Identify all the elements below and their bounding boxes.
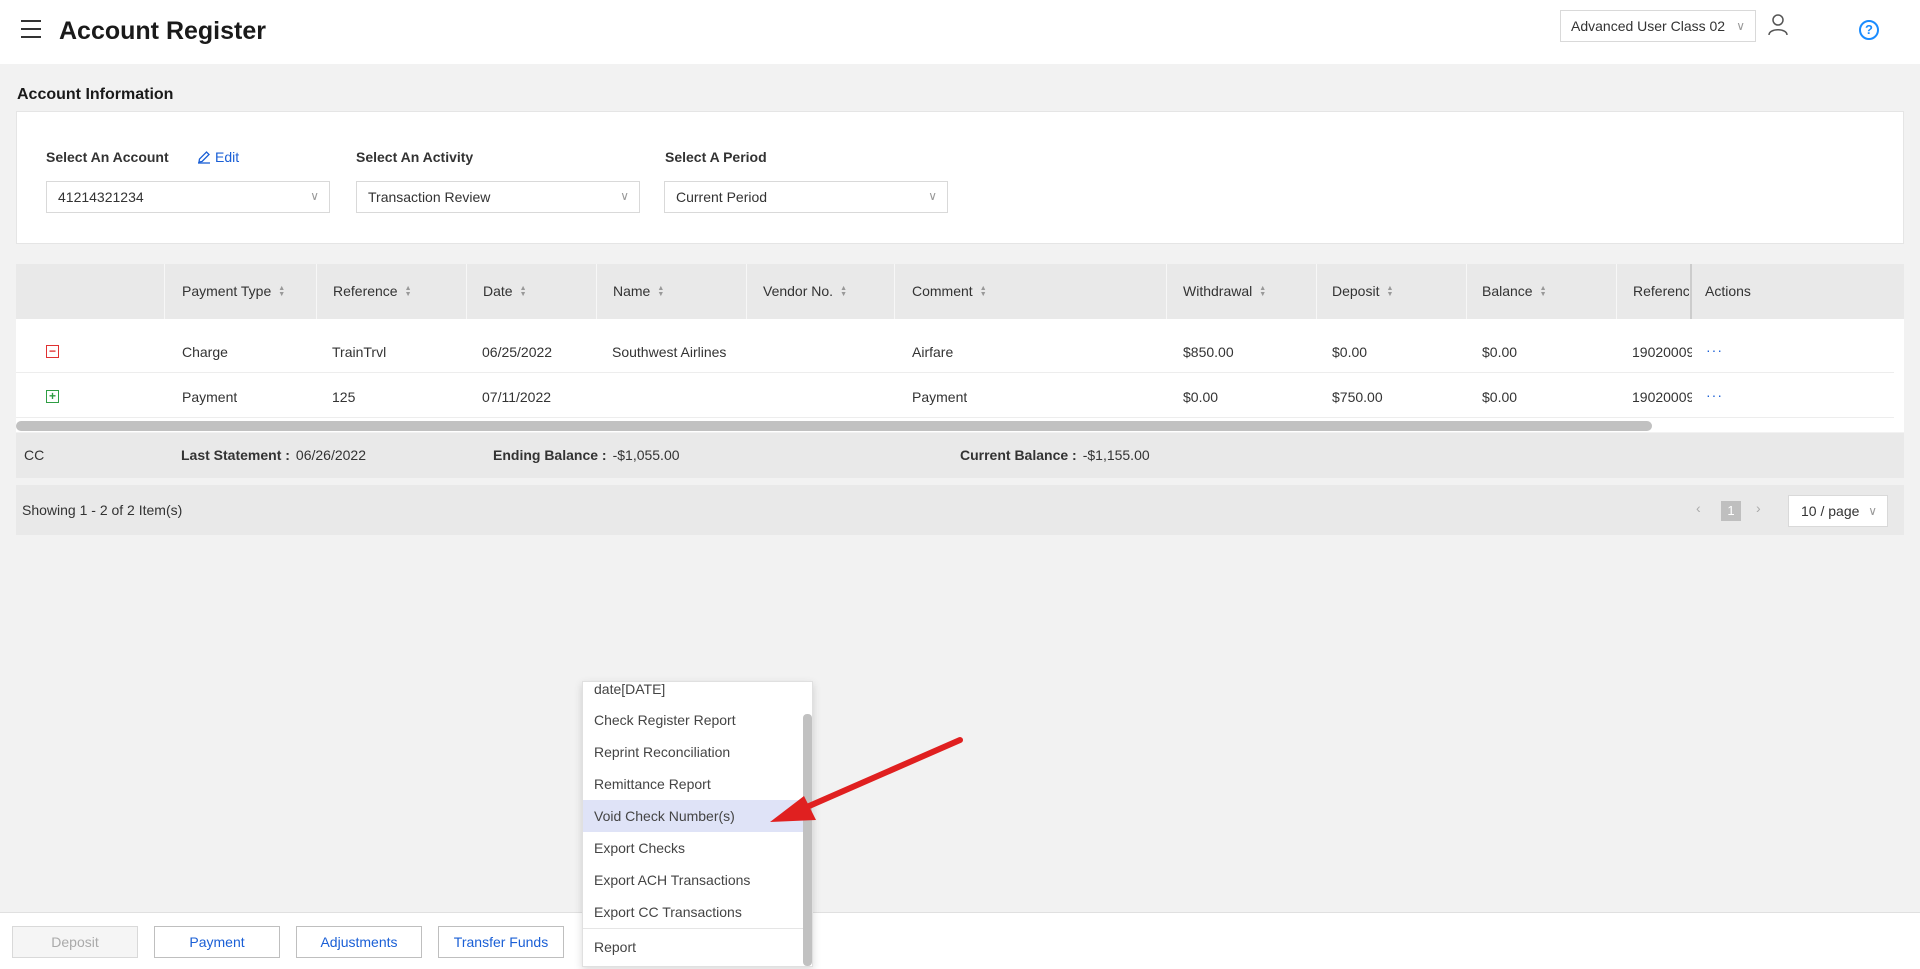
column-header-balance[interactable]: Balance ▲ ▼	[1482, 264, 1547, 319]
menu-item-export-checks[interactable]: Export Checks	[583, 832, 803, 864]
showing-count: Showing 1 - 2 of 2 Item(s)	[22, 502, 183, 518]
cell-payment-type: Payment	[182, 389, 238, 405]
page-number[interactable]: 1	[1721, 501, 1741, 521]
section-title: Account Information	[17, 86, 174, 103]
annotation-arrow-icon	[770, 737, 963, 822]
menu-item-report[interactable]: Report	[583, 931, 803, 963]
cell-name: Southwest Airlines	[612, 344, 727, 360]
activity-select-value: Transaction Review	[368, 189, 491, 205]
transactions-table: Payment Type ▲ ▼ Reference ▲ ▼ Date ▲ ▼ Name ▲ ▼…	[16, 264, 1904, 432]
page-size-value: 10 / page	[1801, 503, 1860, 519]
chevron-down-icon: ∨	[1868, 504, 1877, 518]
sort-icon[interactable]: ▲ ▼	[657, 285, 664, 298]
menu-item-date[interactable]: date[DATE]	[583, 682, 803, 705]
page-size-select[interactable]: 10 / page ∨	[1788, 495, 1888, 527]
last-statement: Last Statement :06/26/2022	[181, 447, 366, 463]
cell-balance: $0.00	[1482, 389, 1518, 405]
horizontal-scrollbar[interactable]	[16, 421, 1652, 431]
sort-icon[interactable]: ▲ ▼	[405, 285, 412, 298]
cell-deposit: $0.00	[1332, 344, 1368, 360]
cell-balance: $0.00	[1482, 344, 1518, 360]
sort-icon[interactable]: ▲ ▼	[278, 285, 285, 298]
sort-icon[interactable]: ▲ ▼	[980, 285, 987, 298]
column-header-name[interactable]: Name ▲ ▼	[613, 264, 664, 319]
column-header-reference-2[interactable]: Reference	[1633, 264, 1689, 319]
account-select-value: 41214321234	[58, 189, 144, 205]
column-header-vendor-no[interactable]: Vendor No. ▲ ▼	[763, 264, 847, 319]
sort-icon[interactable]: ▲ ▼	[1540, 285, 1547, 298]
period-select[interactable]: Current Period ∨	[664, 181, 948, 213]
cell-reference: TrainTrvl	[332, 344, 387, 360]
cell-withdrawal: $850.00	[1183, 344, 1234, 360]
table-row[interactable]: − Charge TrainTrvl 06/25/2022 Southwest …	[16, 331, 1894, 373]
user-class-select[interactable]: Advanced User Class 02 ∨	[1560, 10, 1756, 42]
transfer-funds-button[interactable]: Transfer Funds	[438, 926, 564, 958]
collapse-row-icon[interactable]: −	[46, 345, 59, 358]
column-header-payment-type[interactable]: Payment Type ▲ ▼	[182, 264, 285, 319]
chevron-down-icon: ∨	[1736, 19, 1745, 33]
period-label: Select A Period	[665, 149, 767, 165]
chevron-left-icon[interactable]: ‹	[1696, 500, 1701, 516]
user-icon[interactable]	[1768, 14, 1788, 36]
column-header-comment[interactable]: Comment ▲ ▼	[912, 264, 987, 319]
expand-row-icon[interactable]: +	[46, 390, 59, 403]
cell-withdrawal: $0.00	[1183, 389, 1219, 405]
help-icon[interactable]: ?	[1859, 20, 1879, 40]
sort-icon[interactable]: ▲ ▼	[1386, 285, 1393, 298]
account-filter-panel: Select An Account Edit 41214321234 ∨ Sel…	[16, 111, 1904, 244]
column-header-reference[interactable]: Reference ▲ ▼	[333, 264, 412, 319]
chevron-down-icon: ∨	[928, 189, 937, 203]
cell-date: 07/11/2022	[482, 389, 552, 405]
cell-reference-2: 19020009	[1632, 344, 1692, 360]
activity-select[interactable]: Transaction Review ∨	[356, 181, 640, 213]
account-select[interactable]: 41214321234 ∨	[46, 181, 330, 213]
deposit-button[interactable]: Deposit	[12, 926, 138, 958]
sort-icon[interactable]: ▲ ▼	[840, 285, 847, 298]
column-header-actions: Actions	[1690, 264, 1904, 319]
cell-payment-type: Charge	[182, 344, 228, 360]
chevron-right-icon[interactable]: ›	[1756, 500, 1761, 516]
edit-label: Edit	[215, 149, 240, 165]
cell-deposit: $750.00	[1332, 389, 1383, 405]
sort-icon[interactable]: ▲ ▼	[1259, 285, 1266, 298]
chevron-down-icon: ∨	[310, 189, 319, 203]
menu-divider	[583, 928, 803, 929]
sort-icon[interactable]: ▲ ▼	[520, 285, 527, 298]
page-title: Account Register	[59, 17, 266, 45]
period-select-value: Current Period	[676, 189, 768, 205]
pagination-bar: Showing 1 - 2 of 2 Item(s) ‹ 1 › 10 / pa…	[16, 485, 1904, 535]
footer-action-bar: Deposit Payment Adjustments Transfer Fun…	[0, 912, 1920, 969]
adjustments-button[interactable]: Adjustments	[296, 926, 422, 958]
more-actions-icon[interactable]: ···	[1706, 331, 1723, 369]
current-balance: Current Balance : -$1,155.00	[960, 447, 1150, 463]
account-type: CC	[24, 447, 45, 463]
table-row[interactable]: + Payment 125 07/11/2022 Payment $0.00 $…	[16, 376, 1894, 418]
menu-item-export-cc-transactions[interactable]: Export CC Transactions	[583, 896, 803, 928]
chevron-down-icon: ∨	[620, 189, 629, 203]
cell-reference-2: 19020009	[1632, 389, 1692, 405]
table-header: Payment Type ▲ ▼ Reference ▲ ▼ Date ▲ ▼ Name ▲ ▼…	[16, 264, 1904, 319]
menu-item-export-ach-transactions[interactable]: Export ACH Transactions	[583, 864, 803, 896]
pencil-icon	[198, 151, 210, 164]
more-actions-icon[interactable]: ···	[1706, 376, 1723, 414]
column-header-deposit[interactable]: Deposit ▲ ▼	[1332, 264, 1393, 319]
user-class-value: Advanced User Class 02	[1571, 18, 1726, 34]
column-header-date[interactable]: Date ▲ ▼	[483, 264, 527, 319]
column-header-withdrawal[interactable]: Withdrawal ▲ ▼	[1183, 264, 1266, 319]
cell-reference: 125	[332, 389, 356, 405]
hamburger-menu-icon[interactable]	[21, 20, 45, 40]
cell-comment: Airfare	[912, 344, 954, 360]
edit-link[interactable]: Edit	[197, 149, 239, 165]
account-summary-bar: CC Last Statement :06/26/2022 Ending Bal…	[16, 433, 1904, 478]
account-label: Select An Account	[46, 149, 169, 165]
cell-comment: Payment	[912, 389, 968, 405]
cell-date: 06/25/2022	[482, 344, 553, 360]
activity-label: Select An Activity	[356, 149, 474, 165]
top-header: Account Register Advanced User Class 02 …	[0, 0, 1920, 64]
ending-balance: Ending Balance : -$1,055.00	[493, 447, 680, 463]
payment-button[interactable]: Payment	[154, 926, 280, 958]
